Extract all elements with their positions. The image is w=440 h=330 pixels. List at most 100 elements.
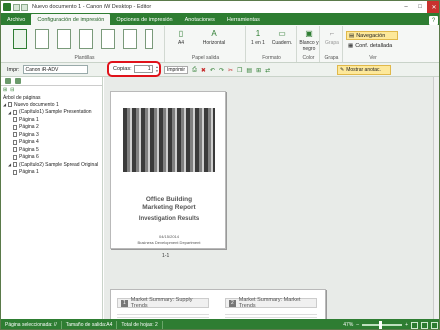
tree-item-page[interactable]: Página 5 [1,146,102,154]
template-thumbnail[interactable] [123,29,137,49]
search-tab-icon[interactable] [15,78,21,84]
title-bar: Nuevo documento 1 - Canon iW Desktop - E… [1,1,439,13]
navigation-button[interactable]: ▤ Navegación [346,31,398,40]
tree-item-page[interactable]: Página 4 [1,139,102,147]
zoom-out-icon[interactable]: – [356,322,359,328]
print-icon[interactable]: ⎙ [192,67,197,74]
move-icon[interactable]: ⇄ [265,67,270,74]
zoom-slider[interactable] [362,321,403,329]
close-button[interactable]: ✕ [427,1,439,13]
group-label: Grapa [324,55,339,61]
tree-tab-icon[interactable] [5,78,11,84]
group-label: Papel salida [191,55,220,61]
toolbar-icons: Imprimir ⎙ ✖ ↶ ↷ ✂ ❐ ▤ ⊞ ⇄ [164,65,270,75]
tree-item-page[interactable]: Página 3 [1,131,102,139]
help-icon[interactable]: ? [429,16,438,25]
cut-icon[interactable]: ✂ [228,67,233,74]
delete-icon[interactable]: ✖ [201,67,206,74]
page-icon [13,124,17,130]
spread-left-content [117,312,209,319]
template-thumbnail[interactable] [13,29,27,49]
cover-title-line1: Office Building [145,196,193,203]
paper-size-button[interactable]: ▯ A4 [170,28,192,47]
tree-item-page[interactable]: Página 2 [1,124,102,132]
insert-icon[interactable]: ⊞ [256,67,261,74]
redo-icon[interactable]: ↷ [219,67,224,74]
total-sheets-status: Total de hojas: 2 [117,320,163,329]
tree-item-label: Página 6 [19,154,39,161]
undo-icon[interactable] [21,3,28,11]
show-annotations-button[interactable]: ✎ Mostrar anotac. [337,65,391,75]
undo-icon[interactable]: ↶ [210,67,215,74]
section-title: Market Summary: Supply Trends [130,297,193,309]
color-mode-button[interactable]: ▣ Blanco y negro [298,28,320,53]
group-papel-salida: ▯ A4 A Horizontal Papel salida [166,26,246,62]
tree-item-page[interactable]: Página 6 [1,154,102,162]
detailed-settings-button[interactable]: ▦ Conf. detallada [346,41,398,50]
app-icon [3,3,11,11]
template-thumbnail[interactable] [57,29,71,49]
orientation-button[interactable]: A Horizontal [194,28,234,47]
tree-toolbar: ⊞ ⊟ [1,86,102,94]
zoom-slider-thumb[interactable] [379,321,383,329]
section-title: Market Summary: Market Trends [238,297,301,309]
tab-opciones-impresion[interactable]: Opciones de impresión [110,14,178,25]
save-icon[interactable] [13,3,20,11]
copies-input[interactable]: 1 [133,65,154,73]
group-grapa: ⌐ Grapa Grapa [321,26,343,62]
maximize-button[interactable]: □ [413,1,427,13]
page-icon [13,154,17,160]
cover-page[interactable]: Office Building Marketing Report Investi… [110,91,226,249]
tree-item-document[interactable]: ◢ Nuevo documento 1 [1,101,102,109]
page-icon [13,147,17,153]
copies-spinner[interactable]: ▲ ▼ [155,65,159,73]
template-thumbnail[interactable] [79,29,93,49]
group-label: Formato [262,55,281,61]
status-bar: Página seleccionada: // Tamaño de salida… [1,319,439,329]
group-formato: 1 1 en 1 ▭ Cuadern. Formato [247,26,297,62]
cover-department: Business Development Department [137,240,201,245]
fit-page-icon[interactable] [411,321,418,329]
printer-select[interactable]: Canon iR-ADV [22,65,88,74]
page-icon [13,132,17,138]
layout-icon: 1 [255,29,261,38]
zoom-level: 47% [343,322,354,328]
spin-down-icon[interactable]: ▼ [155,69,159,73]
output-size-status: Tamaño de salida:A4 [62,320,118,329]
tree-item-page[interactable]: Página 1 [1,116,102,124]
group-label: Color [302,55,315,61]
copy-icon[interactable]: ❐ [237,67,242,74]
template-thumbnail[interactable] [101,29,115,49]
booklet-button[interactable]: ▭ Cuadern. [269,28,295,47]
zoom-in-icon[interactable]: + [405,322,408,328]
tab-anotaciones[interactable]: Anotaciones [179,14,221,25]
staple-button[interactable]: ⌐ Grapa [321,28,343,47]
tab-herramientas[interactable]: Herramientas [221,14,266,25]
building-photo [123,108,215,172]
spread-page[interactable]: 1 Market Summary: Supply Trends 2 Market… [110,289,326,319]
fit-width-icon[interactable] [421,321,428,329]
page-icon [13,109,17,115]
tab-archivo[interactable]: Archivo [1,14,31,25]
orientation-icon: A [211,29,217,38]
collapse-icon[interactable]: ⊟ [10,87,14,93]
template-thumbnail[interactable] [35,29,49,49]
tree-item-label: Página 3 [19,131,39,138]
tree-item-chapter[interactable]: ◢ (Capítulo1) Sample Presentation [1,109,102,117]
tab-configuracion-impresion[interactable]: Configuración de impresión [31,14,111,25]
layout-button[interactable]: 1 1 en 1 [249,28,267,47]
paste-icon[interactable]: ▤ [246,67,252,74]
print-button[interactable]: Imprimir [164,66,189,74]
minimize-button[interactable]: – [399,1,413,13]
two-page-icon[interactable] [431,321,438,329]
zoom-controls: 47% – + [343,321,439,329]
ribbon: Plantillas ▯ A4 A Horizontal Papel salid… [1,25,439,63]
tree-item-label: (Capítulo2) Sample Spread Original [19,161,99,168]
expand-icon[interactable]: ⊞ [3,87,7,93]
ribbon-tabs: Archivo Configuración de impresión Opcio… [1,13,439,25]
tree-item-page[interactable]: Página 1 [1,169,102,177]
page-icon [13,169,17,175]
vertical-scrollbar[interactable] [433,77,439,319]
template-scroll[interactable] [145,29,153,49]
tree-item-chapter[interactable]: ◢ (Capítulo2) Sample Spread Original [1,161,102,169]
